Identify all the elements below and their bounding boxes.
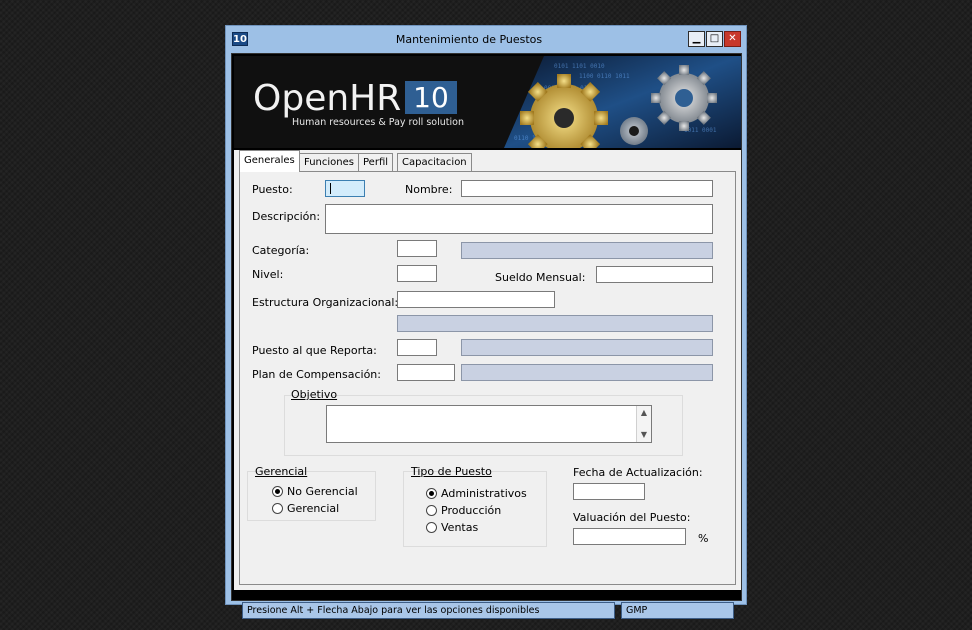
reporta-label: Puesto al que Reporta:: [252, 344, 377, 357]
descripcion-label: Descripción:: [252, 210, 321, 223]
produccion-radio[interactable]: [426, 505, 437, 516]
window-title: Mantenimiento de Puestos: [395, 33, 543, 46]
nombre-label: Nombre:: [405, 183, 453, 196]
tipo-puesto-title: Tipo de Puesto: [411, 465, 492, 478]
banner-tagline: Human resources & Pay roll solution: [292, 117, 464, 128]
nivel-input[interactable]: [397, 265, 437, 282]
ventas-label[interactable]: Ventas: [441, 521, 478, 534]
title-bar[interactable]: 10 Mantenimiento de Puestos ▁ □ ✕: [226, 26, 746, 53]
plan-label: Plan de Compensación:: [252, 368, 381, 381]
ventas-radio[interactable]: [426, 522, 437, 533]
fecha-actualizacion-input[interactable]: [573, 483, 645, 500]
svg-text:1100 0110 1011: 1100 0110 1011: [579, 73, 630, 80]
gerencial-radio[interactable]: [272, 503, 283, 514]
gerencial-option-label[interactable]: Gerencial: [287, 502, 339, 515]
scroll-up-icon[interactable]: ▲: [637, 406, 651, 420]
objetivo-scrollbar[interactable]: ▲ ▼: [636, 406, 651, 442]
administrativos-radio[interactable]: [426, 488, 437, 499]
puesto-input[interactable]: [325, 180, 365, 197]
no-gerencial-radio[interactable]: [272, 486, 283, 497]
sueldo-label: Sueldo Mensual:: [495, 271, 586, 284]
steel-gear-icon: [651, 65, 717, 131]
categoria-description: [461, 242, 713, 259]
openhr-logo-text: OpenHR: [253, 78, 402, 119]
nombre-input[interactable]: [461, 180, 713, 197]
sueldo-input[interactable]: [596, 266, 713, 283]
maximize-button[interactable]: □: [706, 31, 723, 47]
puesto-label: Puesto:: [252, 183, 293, 196]
app-window: 10 Mantenimiento de Puestos ▁ □ ✕ OpenHR…: [225, 25, 747, 619]
categoria-label: Categoría:: [252, 244, 310, 257]
valuacion-label: Valuación del Puesto:: [573, 511, 691, 524]
gears-illustration: 0101 1101 0010 1100 0110 1011 0010 1110 …: [504, 56, 741, 148]
fecha-actualizacion-label: Fecha de Actualización:: [573, 466, 703, 479]
text-caret: [330, 183, 331, 194]
gerencial-title: Gerencial: [255, 465, 308, 478]
no-gerencial-label[interactable]: No Gerencial: [287, 485, 358, 498]
openhr-logo-badge: 10: [405, 81, 457, 114]
minimize-button[interactable]: ▁: [688, 31, 705, 47]
tab-generales[interactable]: Generales: [239, 150, 300, 172]
estructura-input[interactable]: [397, 291, 555, 308]
valuacion-input[interactable]: [573, 528, 686, 545]
tab-perfil[interactable]: Perfil: [358, 153, 394, 172]
status-message: Presione Alt + Flecha Abajo para ver las…: [242, 602, 615, 619]
generales-panel: Puesto: Nombre: Descripción: Categoría: …: [239, 171, 736, 585]
plan-code-input[interactable]: [397, 364, 455, 381]
svg-text:0101 1101 0010: 0101 1101 0010: [554, 63, 605, 70]
tab-funciones[interactable]: Funciones: [299, 153, 359, 172]
administrativos-label[interactable]: Administrativos: [441, 487, 527, 500]
reporta-code-input[interactable]: [397, 339, 437, 356]
percent-sign: %: [698, 532, 709, 545]
scroll-down-icon[interactable]: ▼: [637, 428, 651, 442]
tab-capacitacion[interactable]: Capacitacion: [397, 153, 472, 172]
plan-description: [461, 364, 713, 381]
reporta-description: [461, 339, 713, 356]
status-code: GMP: [621, 602, 734, 619]
objetivo-textarea[interactable]: ▲ ▼: [326, 405, 652, 443]
window-frame: OpenHR 10 Human resources & Pay roll sol…: [231, 53, 742, 619]
estructura-label: Estructura Organizacional:: [252, 296, 399, 309]
objetivo-label: Objetivo: [291, 388, 338, 401]
descripcion-input[interactable]: [325, 204, 713, 234]
estructura-description: [397, 315, 713, 332]
small-gear-icon: [620, 117, 648, 145]
content-area: Generales Funciones Perfil Capacitacion …: [234, 150, 741, 590]
categoria-code-input[interactable]: [397, 240, 437, 257]
nivel-label: Nivel:: [252, 268, 284, 281]
produccion-label[interactable]: Producción: [441, 504, 501, 517]
openhr-banner: OpenHR 10 Human resources & Pay roll sol…: [234, 56, 741, 148]
close-button[interactable]: ✕: [724, 31, 741, 47]
